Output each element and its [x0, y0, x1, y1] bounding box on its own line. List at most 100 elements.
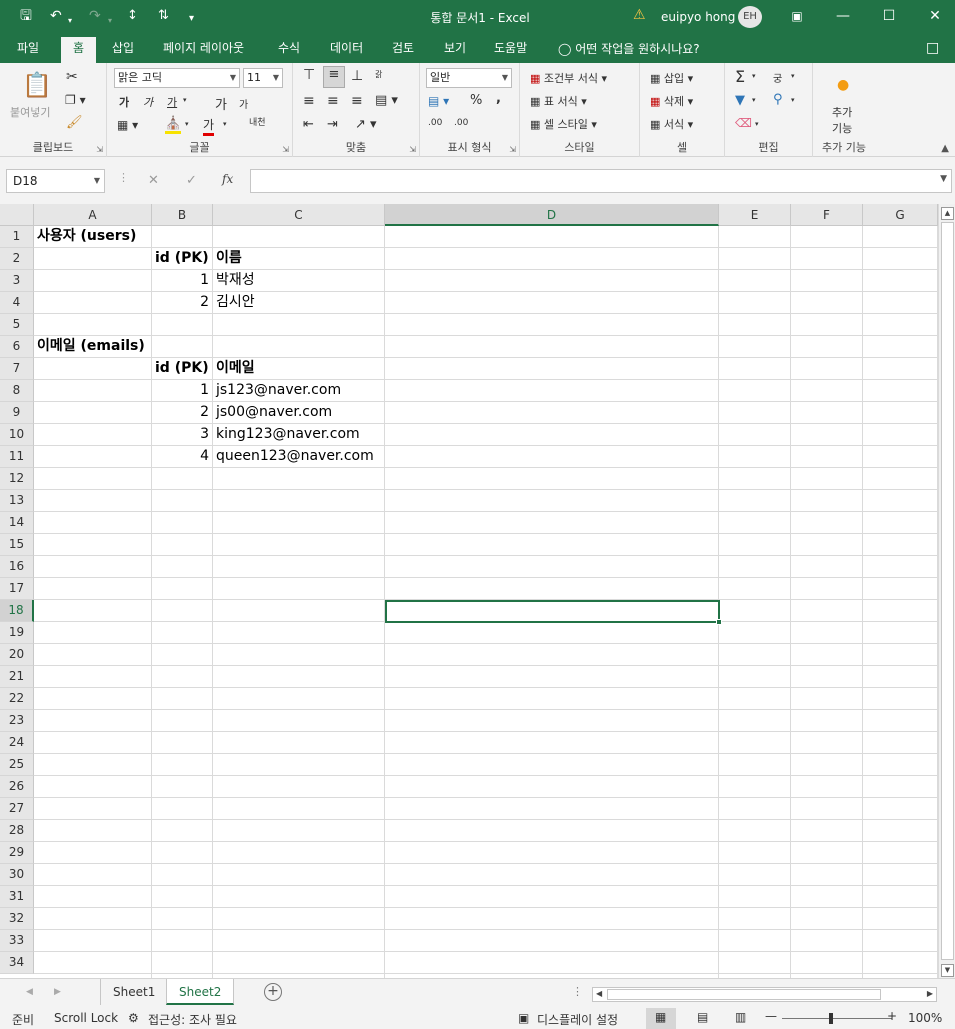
insert-function-button[interactable]: fx — [222, 172, 233, 186]
column-header-c[interactable]: C — [213, 204, 385, 226]
next-sheet-icon[interactable]: ▶ — [54, 987, 61, 997]
shrink-font-button[interactable]: 가 — [239, 96, 248, 111]
fill-color-icon[interactable]: ⛪ — [165, 116, 182, 134]
prev-sheet-icon[interactable]: ◀ — [26, 987, 33, 997]
autosum-dropdown-icon[interactable]: ▾ — [752, 72, 756, 80]
cell-b8[interactable]: 1 — [152, 380, 212, 401]
tab-formulas[interactable]: 수식 — [278, 40, 300, 56]
fill-dropdown-icon[interactable]: ▾ — [185, 120, 189, 128]
delete-cells-button[interactable]: ▦ 삭제 ▾ — [650, 93, 693, 109]
scroll-down-icon[interactable]: ▼ — [941, 964, 954, 977]
conditional-format-button[interactable]: ▦ 조건부 서식 ▾ — [530, 70, 607, 86]
customize-icon[interactable]: ▾ — [189, 9, 194, 29]
close-icon[interactable]: ✕ — [920, 5, 950, 27]
row-header-32[interactable]: 32 — [0, 908, 34, 930]
cell-b2[interactable]: id (PK) — [152, 248, 212, 269]
row-header-15[interactable]: 15 — [0, 534, 34, 556]
add-sheet-icon[interactable]: + — [264, 983, 282, 1001]
font-color-button[interactable]: 가 — [203, 116, 215, 136]
addins-button-line2[interactable]: 기능 — [832, 120, 852, 136]
align-center-icon[interactable]: ≡ — [327, 93, 339, 109]
row-header-33[interactable]: 33 — [0, 930, 34, 952]
format-painter-icon[interactable]: 🖌 — [66, 115, 83, 130]
horizontal-scrollbar[interactable]: ◀ ▶ — [592, 987, 937, 1002]
align-right-icon[interactable]: ≡ — [351, 93, 363, 109]
cell-c9[interactable]: js00@naver.com — [213, 402, 335, 423]
font-color-dropdown-icon[interactable]: ▾ — [223, 120, 227, 128]
row-header-9[interactable]: 9 — [0, 402, 34, 424]
paste-icon[interactable]: 📋 — [22, 71, 52, 99]
border-icon[interactable]: ▦ ▾ — [117, 118, 138, 132]
clear-dropdown-icon[interactable]: ▾ — [755, 120, 759, 128]
addins-icon[interactable]: ● — [837, 77, 849, 93]
tab-review[interactable]: 검토 — [392, 40, 414, 56]
underline-button[interactable]: 가 — [167, 94, 177, 110]
italic-button[interactable]: 가 — [143, 94, 153, 110]
cell-styles-button[interactable]: ▦ 셀 스타일 ▾ — [530, 116, 597, 132]
row-header-11[interactable]: 11 — [0, 446, 34, 468]
column-header-a[interactable]: A — [34, 204, 152, 226]
row-header-19[interactable]: 19 — [0, 622, 34, 644]
scroll-right-icon[interactable]: ▶ — [927, 989, 933, 998]
number-format-combo[interactable]: 일반 ▼ — [426, 68, 512, 88]
cell-b3[interactable]: 1 — [152, 270, 212, 291]
orientation-button[interactable]: 갉 — [375, 69, 382, 80]
fill-icon[interactable]: ▼ — [735, 93, 745, 108]
cell-b4[interactable]: 2 — [152, 292, 212, 313]
cut-icon[interactable]: ✂ — [66, 69, 78, 85]
row-header-27[interactable]: 27 — [0, 798, 34, 820]
tab-view[interactable]: 보기 — [444, 40, 466, 56]
sheet-tab-sheet2[interactable]: Sheet2 — [166, 979, 235, 1005]
row-header-21[interactable]: 21 — [0, 666, 34, 688]
row-header-4[interactable]: 4 — [0, 292, 34, 314]
merge-center-icon[interactable]: ↗ ▾ — [355, 117, 377, 132]
row-header-30[interactable]: 30 — [0, 864, 34, 886]
row-header-2[interactable]: 2 — [0, 248, 34, 270]
align-middle-icon[interactable]: ≡ — [323, 66, 345, 88]
scroll-up-icon[interactable]: ▲ — [941, 207, 954, 220]
tab-file[interactable]: 파일 — [17, 40, 39, 56]
cell-b7[interactable]: id (PK) — [152, 358, 212, 379]
cell-a1[interactable]: 사용자 (users) — [34, 226, 139, 247]
warning-icon[interactable]: ⚠ — [633, 7, 646, 23]
row-header-20[interactable]: 20 — [0, 644, 34, 666]
wrap-text-icon[interactable]: ▤ ▾ — [375, 93, 398, 108]
currency-icon[interactable]: ▤ ▾ — [428, 94, 449, 108]
font-name-combo[interactable]: 맑은 고딕 ▼ — [114, 68, 240, 88]
collapse-ribbon-icon[interactable]: ▲ — [941, 143, 949, 154]
tab-insert[interactable]: 삽입 — [112, 40, 134, 56]
ribbon-display-icon[interactable]: ▣ — [782, 5, 812, 27]
sort-filter-dropdown-icon[interactable]: ▾ — [791, 72, 795, 80]
row-header-7[interactable]: 7 — [0, 358, 34, 380]
zoom-out-icon[interactable]: — — [765, 1009, 777, 1023]
cell-c10[interactable]: king123@naver.com — [213, 424, 363, 445]
row-header-5[interactable]: 5 — [0, 314, 34, 336]
addins-button-line1[interactable]: 추가 — [832, 104, 852, 120]
zoom-slider-thumb[interactable] — [829, 1013, 833, 1024]
row-header-13[interactable]: 13 — [0, 490, 34, 512]
format-cells-button[interactable]: ▦ 서식 ▾ — [650, 116, 693, 132]
cell-c3[interactable]: 박재성 — [213, 270, 258, 291]
row-header-25[interactable]: 25 — [0, 754, 34, 776]
sort-desc-icon[interactable]: ⇅ — [158, 6, 169, 26]
paste-button[interactable]: 붙여넣기 — [10, 104, 50, 120]
display-settings-icon[interactable]: ▣ — [518, 1011, 529, 1025]
decrease-decimal-button[interactable]: .00 — [454, 118, 468, 128]
row-header-10[interactable]: 10 — [0, 424, 34, 446]
find-dropdown-icon[interactable]: ▾ — [791, 96, 795, 104]
cell-c11[interactable]: queen123@naver.com — [213, 446, 377, 467]
column-header-g[interactable]: G — [863, 204, 938, 226]
undo-dropdown-icon[interactable]: ▾ — [68, 11, 72, 31]
underline-dropdown-icon[interactable]: ▾ — [183, 96, 187, 104]
row-header-3[interactable]: 3 — [0, 270, 34, 292]
find-select-icon[interactable]: ⚲ — [773, 92, 783, 107]
row-header-24[interactable]: 24 — [0, 732, 34, 754]
alignment-launcher-icon[interactable]: ⇲ — [409, 145, 416, 154]
column-header-b[interactable]: B — [152, 204, 213, 226]
font-launcher-icon[interactable]: ⇲ — [282, 145, 289, 154]
tab-page-layout[interactable]: 페이지 레이아웃 — [163, 40, 244, 56]
decrease-indent-icon[interactable]: ⇤ — [303, 117, 314, 132]
page-break-view-icon[interactable]: ▥ — [735, 1010, 746, 1024]
select-all-corner[interactable] — [0, 204, 34, 226]
row-header-26[interactable]: 26 — [0, 776, 34, 798]
